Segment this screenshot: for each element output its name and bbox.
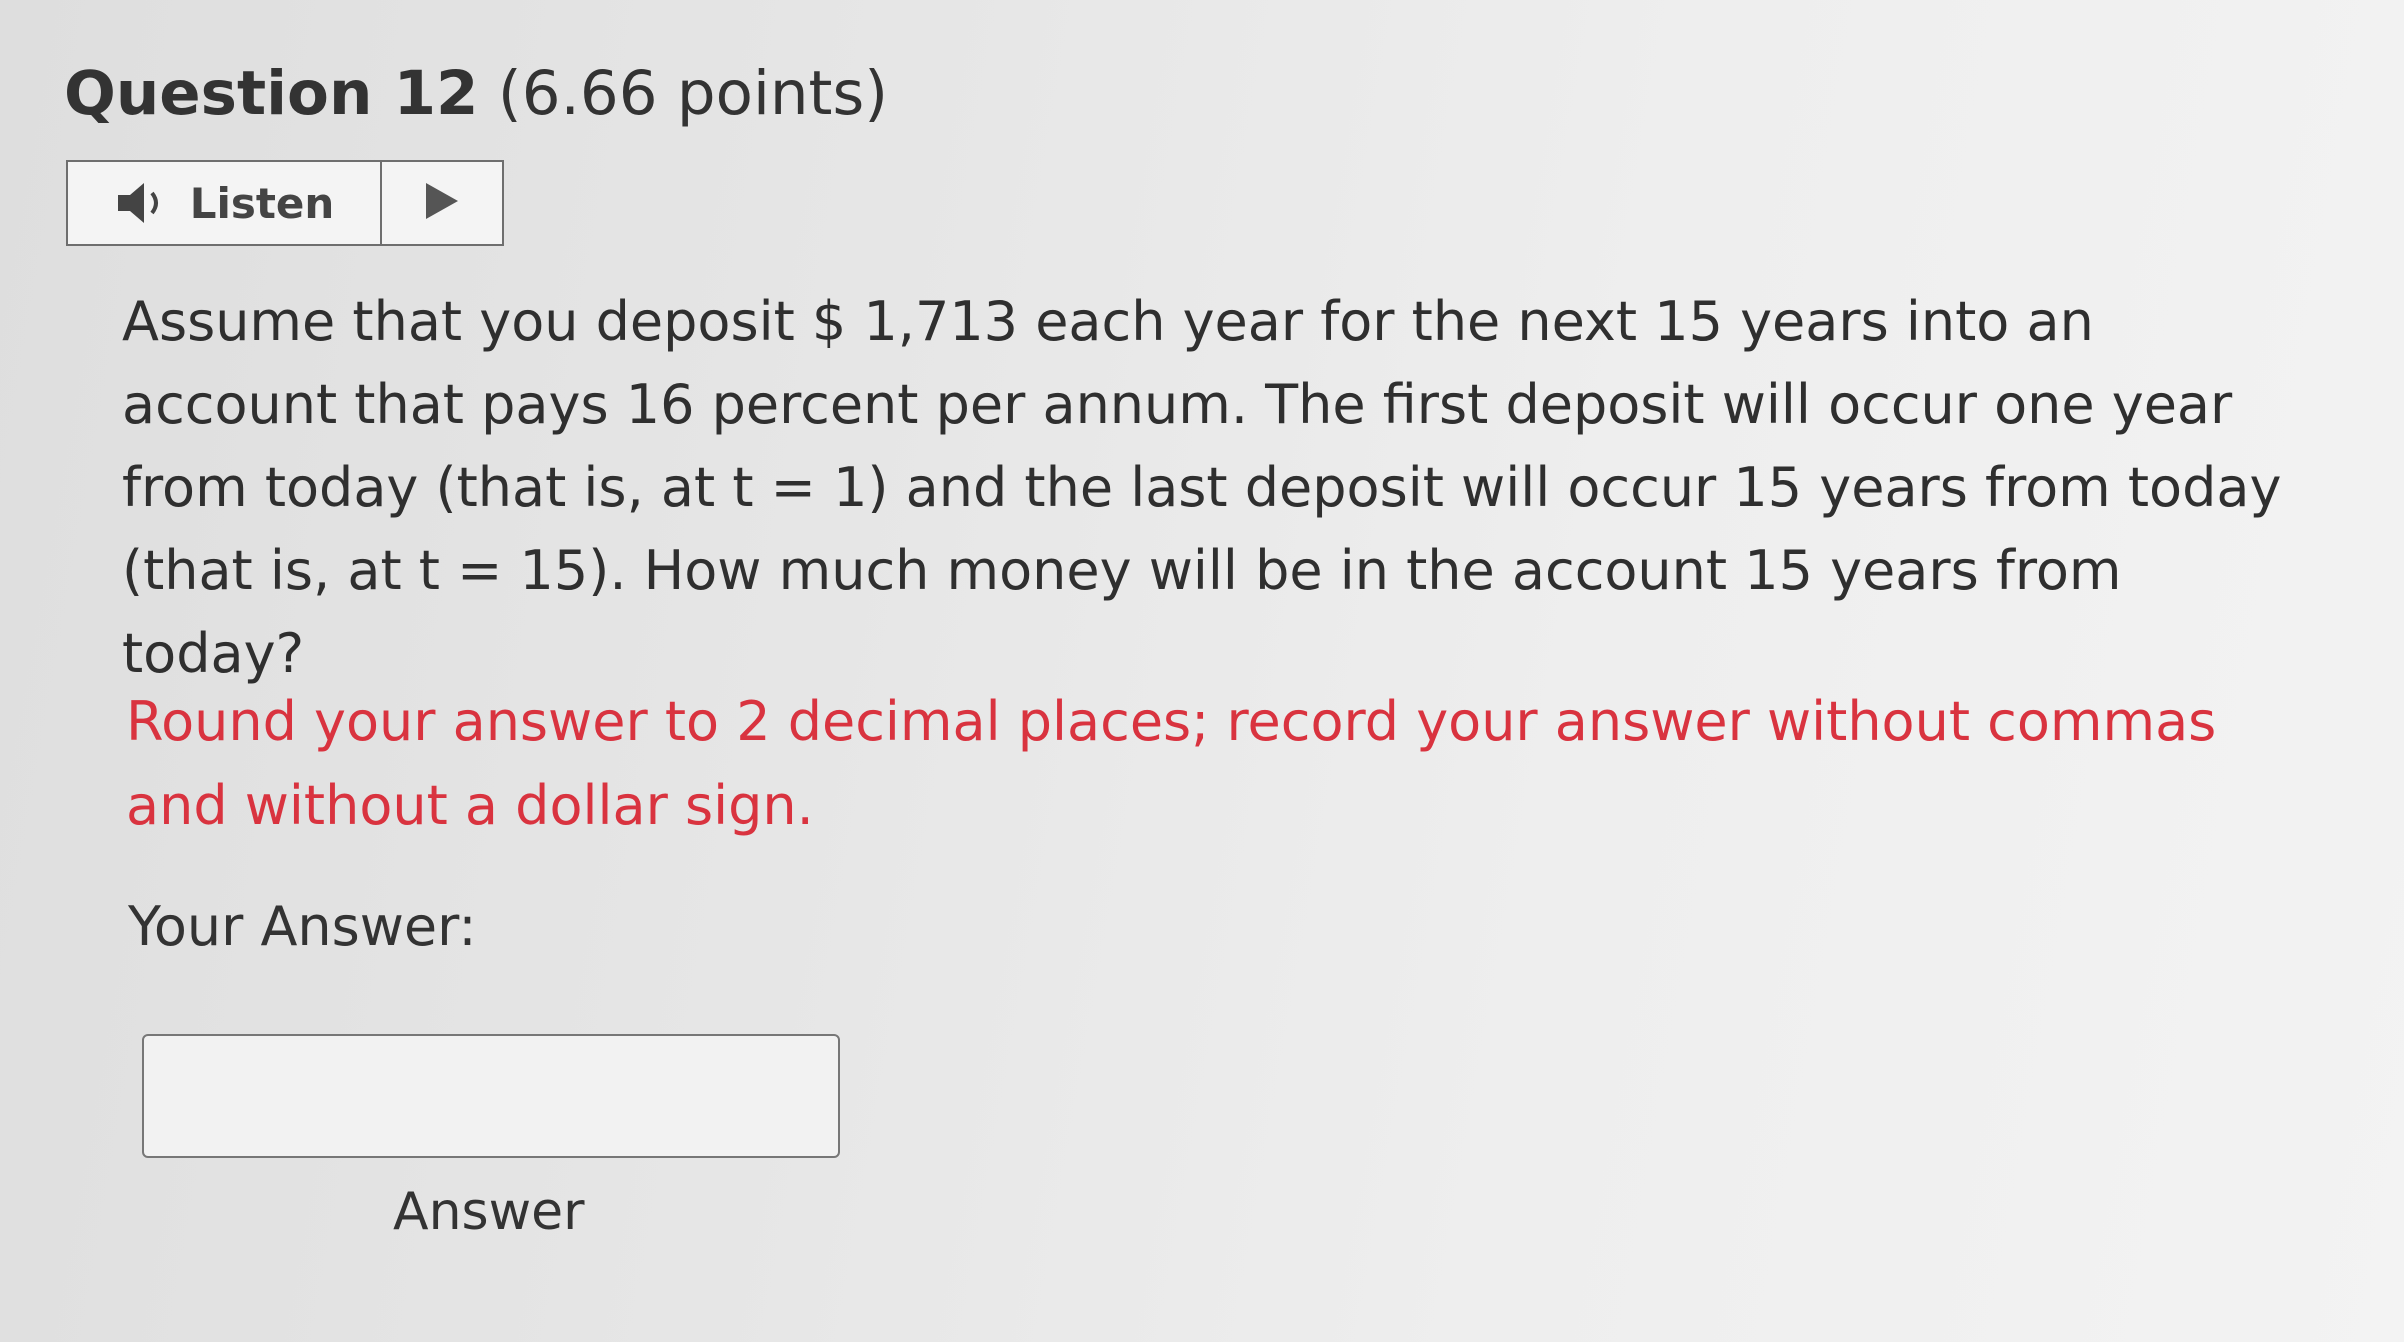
- question-title: Question 12: [64, 58, 479, 129]
- answer-input[interactable]: [142, 1034, 840, 1158]
- instructions-text: Round your answer to 2 decimal places; r…: [126, 690, 2217, 837]
- listen-label: Listen: [189, 178, 335, 228]
- question-header: Question 12 (6.66 points): [64, 58, 888, 129]
- answer-label: Your Answer:: [128, 895, 477, 958]
- listen-widget: Listen: [66, 160, 504, 246]
- quiz-page: Question 12 (6.66 points) Listen Assume …: [0, 0, 2404, 1342]
- play-icon: [422, 181, 462, 225]
- question-points: (6.66 points): [497, 58, 889, 129]
- question-text: Assume that you deposit $ 1,713 each yea…: [122, 290, 2282, 685]
- listen-button[interactable]: Listen: [68, 162, 382, 244]
- speaker-icon: [114, 181, 176, 225]
- play-button[interactable]: [382, 162, 502, 244]
- answer-caption: Answer: [393, 1182, 585, 1242]
